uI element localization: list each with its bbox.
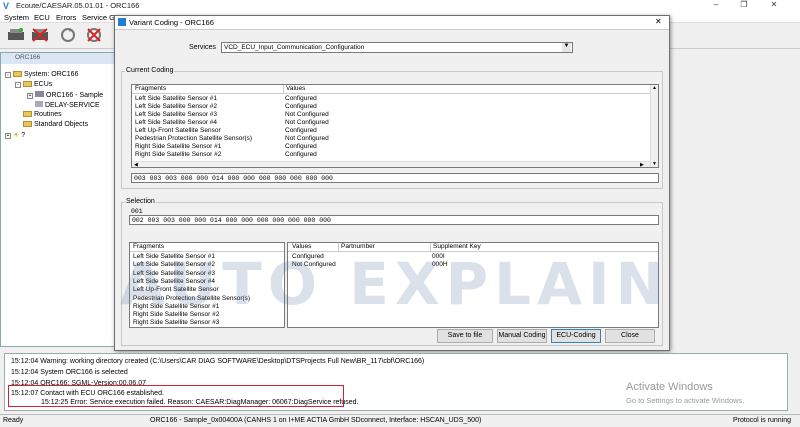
col-values[interactable]: Values (283, 85, 305, 94)
tree-item-ecu[interactable]: + ORC166 - Sample (27, 91, 103, 99)
current-coding-table[interactable]: Fragments Values Left Side Satellite Sen… (131, 84, 659, 168)
tree-item-standard-objects[interactable]: Standard Objects (15, 121, 88, 128)
current-row-value[interactable]: Configured (285, 103, 317, 111)
activate-windows-subtitle: Go to Settings to activate Windows. (626, 396, 745, 405)
current-row-value[interactable]: Configured (285, 143, 317, 151)
scroll-up-icon[interactable]: ▲ (652, 85, 657, 91)
services-label: Services (189, 44, 216, 51)
folder-icon (23, 121, 32, 127)
close-button[interactable]: Close (605, 329, 655, 343)
dialog-titlebar: Variant Coding - ORC166 ✕ (115, 16, 669, 30)
scroll-down-icon[interactable]: ▼ (652, 161, 657, 167)
selection-hex-field[interactable]: 002 003 003 000 000 014 000 000 000 000 … (129, 215, 659, 225)
current-row-value[interactable]: Not Configured (285, 135, 329, 143)
connect-icon[interactable] (6, 26, 26, 44)
log-line: 15:12:04 Warning: working directory crea… (11, 358, 425, 365)
expand-icon[interactable]: + (5, 133, 11, 139)
current-row-value[interactable]: Configured (285, 95, 317, 103)
current-row-value[interactable]: Configured (285, 127, 317, 135)
scroll-right-icon[interactable]: ▶ (640, 162, 644, 167)
current-table-vscroll[interactable]: ▲ ▼ (650, 85, 658, 167)
dialog-app-icon (118, 18, 126, 26)
ecu-icon (35, 91, 44, 97)
status-ready: Ready (3, 417, 24, 424)
current-row-value[interactable]: Not Configured (285, 119, 329, 127)
log-line: 15:12:04 System ORC166 is selected (11, 369, 128, 376)
current-row-fragment[interactable]: Left Side Satellite Sensor #2 (135, 103, 217, 111)
save-to-file-button[interactable]: Save to file (437, 329, 493, 343)
current-hex-field: 003 003 003 000 000 014 000 000 000 000 … (131, 173, 659, 183)
current-row-fragment[interactable]: Left Up-Front Satellite Sensor (135, 127, 221, 135)
current-row-value[interactable]: Not Configured (285, 111, 329, 119)
current-row-value[interactable]: Configured (285, 151, 317, 159)
watermark: AUTO EXPLAIN (120, 250, 671, 318)
tree-window-title: ORC166 (1, 53, 119, 64)
ecu-coding-button[interactable]: ECU-Coding (551, 329, 601, 343)
menu-system[interactable]: System (4, 13, 29, 22)
service-icon (35, 101, 43, 107)
app-titlebar: V Ecoute/CAESAR.05.01.01 - ORC166 – ❐ ✕ (0, 0, 800, 12)
current-row-fragment[interactable]: Pedestrian Protection Satellite Sensor(s… (135, 135, 252, 143)
activate-windows-title: Activate Windows (626, 381, 713, 393)
folder-icon (23, 81, 32, 87)
status-connection: ORC166 - Sample_0x00400A (CANHS 1 on I+M… (150, 417, 482, 424)
current-row-fragment[interactable]: Right Side Satellite Sensor #2 (135, 151, 221, 159)
selection-label: Selection (125, 198, 156, 205)
status-bar: Ready ORC166 - Sample_0x00400A (CANHS 1 … (0, 414, 800, 427)
folder-icon (23, 111, 32, 117)
dialog-close-icon[interactable]: ✕ (655, 17, 662, 26)
close-icon[interactable]: ✕ (766, 0, 782, 9)
fragment-item[interactable]: Right Side Satellite Sensor #3 (133, 319, 219, 327)
menu-errors[interactable]: Errors (56, 13, 76, 22)
minimize-icon[interactable]: – (708, 0, 724, 9)
current-row-fragment[interactable]: Left Side Satellite Sensor #1 (135, 95, 217, 103)
col-fragments[interactable]: Fragments (135, 85, 166, 92)
tree-item-system[interactable]: - System: ORC166 (5, 71, 78, 78)
menu-ecu[interactable]: ECU (34, 13, 50, 22)
col-fragments[interactable]: Fragments (133, 243, 164, 250)
current-row-fragment[interactable]: Right Side Satellite Sensor #1 (135, 143, 221, 151)
app-logo: V (3, 1, 10, 11)
ecu-tree-window: ORC166 - System: ORC166 - ECUs + ORC166 - S… (0, 52, 120, 347)
collapse-icon[interactable]: - (5, 72, 11, 78)
status-protocol: Protocol is running (733, 417, 791, 424)
current-row-fragment[interactable]: Left Side Satellite Sensor #4 (135, 119, 217, 127)
folder-icon (13, 71, 22, 77)
current-table-header: Fragments Values (132, 85, 652, 94)
col-values[interactable]: Values (292, 243, 311, 250)
tree-item-help[interactable]: + ☀ ? (5, 131, 25, 139)
app-title: Ecoute/CAESAR.05.01.01 - ORC166 (16, 1, 140, 10)
disconnect-icon[interactable] (30, 26, 50, 44)
maximize-icon[interactable]: ❐ (736, 0, 752, 9)
tree-item-delay-service[interactable]: DELAY-SERVICE (35, 101, 100, 109)
current-row-fragment[interactable]: Left Side Satellite Sensor #3 (135, 111, 217, 119)
current-table-hscroll[interactable]: ◀ ▶ (132, 161, 650, 167)
manual-coding-button[interactable]: Manual Coding (497, 329, 547, 343)
current-coding-label: Current Coding (125, 67, 175, 74)
collapse-icon[interactable]: - (15, 82, 21, 88)
dialog-title: Variant Coding - ORC166 (129, 18, 214, 27)
expand-icon[interactable]: + (27, 93, 33, 99)
services-select[interactable]: VCD_ECU_Input_Communication_Configuratio… (221, 42, 573, 53)
tree-item-ecus[interactable]: - ECUs (15, 81, 52, 88)
stop-refresh-icon[interactable] (84, 26, 104, 44)
lightbulb-icon: ☀ (13, 132, 20, 139)
scroll-left-icon[interactable]: ◀ (134, 162, 138, 167)
tree-item-routines[interactable]: Routines (15, 111, 62, 118)
chevron-down-icon[interactable]: ▼ (562, 43, 571, 52)
selection-index: 001 (131, 208, 143, 215)
error-highlight-box (8, 385, 344, 407)
refresh-icon[interactable] (58, 26, 78, 44)
